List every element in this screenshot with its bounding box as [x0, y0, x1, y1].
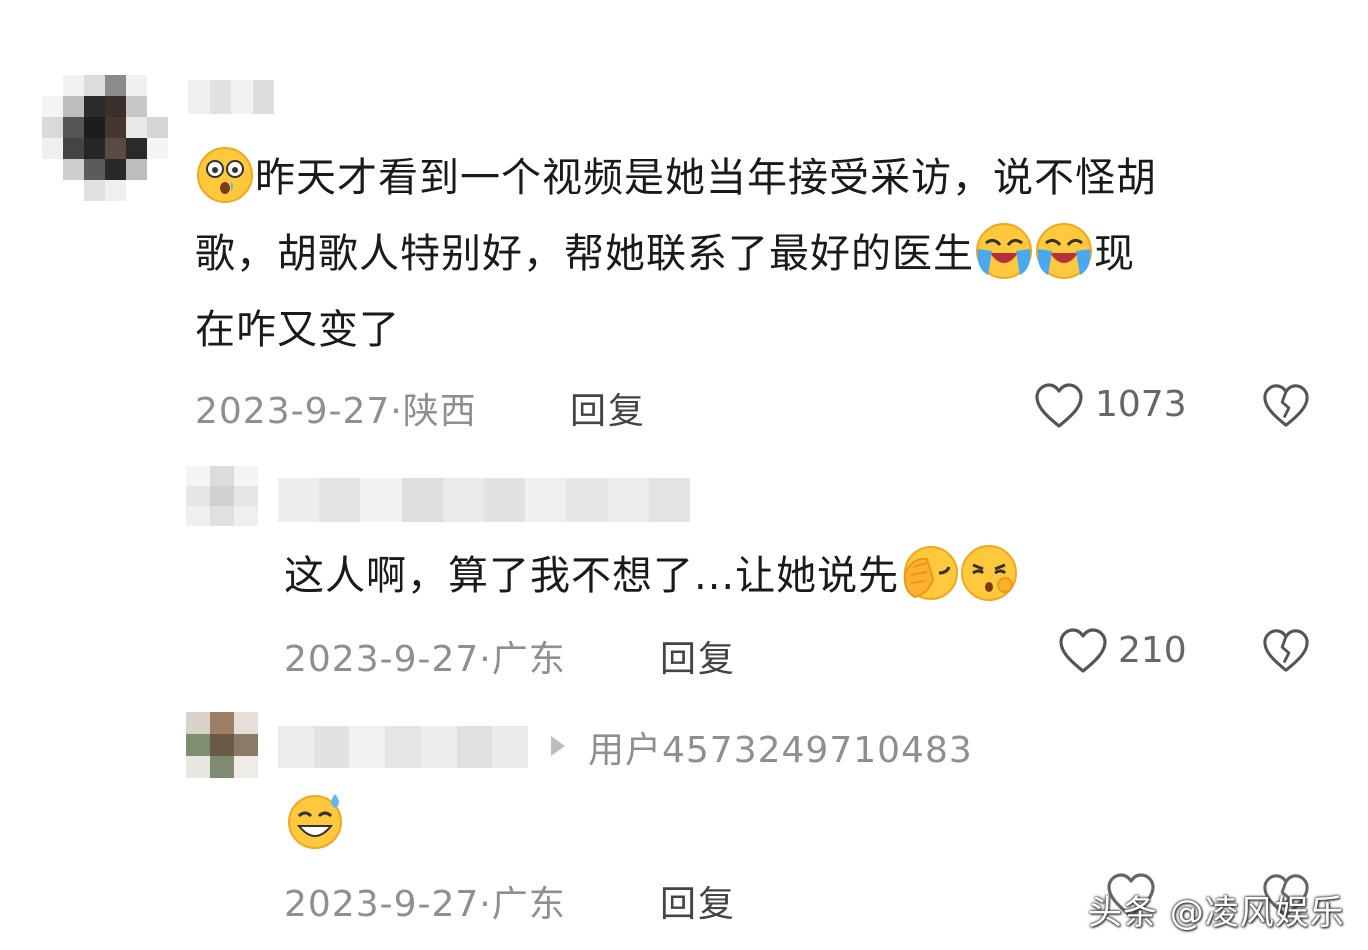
broken-heart-icon[interactable] — [1262, 627, 1310, 675]
like-count: 210 — [1118, 630, 1187, 671]
reply-to-username[interactable]: 用户4573249710483 — [588, 721, 973, 773]
comment-meta: 2023-9-27·陕西 — [195, 382, 477, 434]
comment-text-line3: 在咋又变了 — [195, 307, 400, 353]
comment-meta: 2023-9-27·广东 — [284, 875, 566, 927]
facepalm-emoji-icon — [899, 543, 959, 603]
broken-heart-icon[interactable] — [1262, 382, 1310, 430]
comment-date: 2023-9-27· — [284, 884, 492, 925]
reply-button[interactable]: 回复 — [660, 630, 736, 682]
comment-line: 在咋又变了 — [195, 292, 1315, 368]
username[interactable] — [188, 80, 274, 114]
comment-text-line: 这人啊，算了我不想了...让她说先 — [284, 553, 900, 599]
comment-location: 陕西 — [402, 391, 477, 432]
comment-date: 2023-9-27· — [195, 391, 403, 432]
loudly-crying-emoji-icon — [1034, 221, 1094, 281]
heart-outline-icon[interactable] — [1058, 627, 1108, 675]
avatar[interactable] — [186, 466, 258, 526]
comment-meta: 2023-9-27·广东 — [284, 630, 566, 682]
comment-text: 这人啊，算了我不想了...让她说先 — [284, 538, 1019, 614]
triangle-right-icon — [548, 733, 568, 759]
comment-text: 昨天才看到一个视频是她当年接受采访，说不怪胡 歌，胡歌人特别好，帮她联系了最好的… — [195, 140, 1315, 368]
comment-text-line2: 歌，胡歌人特别好，帮她联系了最好的医生 — [195, 231, 974, 277]
heart-outline-icon[interactable] — [1034, 382, 1084, 430]
comment-text-line2-tail: 现 — [1094, 231, 1135, 277]
comment-line: 歌，胡歌人特别好，帮她联系了最好的医生 现 — [195, 216, 1315, 292]
reply-button[interactable]: 回复 — [570, 382, 646, 434]
like-count: 1073 — [1095, 384, 1187, 425]
comment-date: 2023-9-27· — [284, 639, 492, 680]
astonished-emoji-icon — [195, 145, 255, 205]
watermark: 头条 @凌风娱乐 — [1088, 893, 1345, 933]
username[interactable] — [278, 478, 690, 522]
avatar[interactable] — [42, 75, 168, 201]
comment-location: 广东 — [491, 884, 566, 925]
comment-line: 昨天才看到一个视频是她当年接受采访，说不怪胡 — [195, 140, 1315, 216]
loudly-crying-emoji-icon — [974, 221, 1034, 281]
grinning-sweat-emoji-icon — [285, 790, 345, 850]
comment-text-line1: 昨天才看到一个视频是她当年接受采访，说不怪胡 — [255, 155, 1157, 201]
pouting-emoji-icon — [959, 543, 1019, 603]
reply-button[interactable]: 回复 — [660, 875, 736, 927]
comment-location: 广东 — [491, 639, 566, 680]
avatar[interactable] — [186, 712, 258, 778]
username[interactable] — [278, 726, 528, 768]
